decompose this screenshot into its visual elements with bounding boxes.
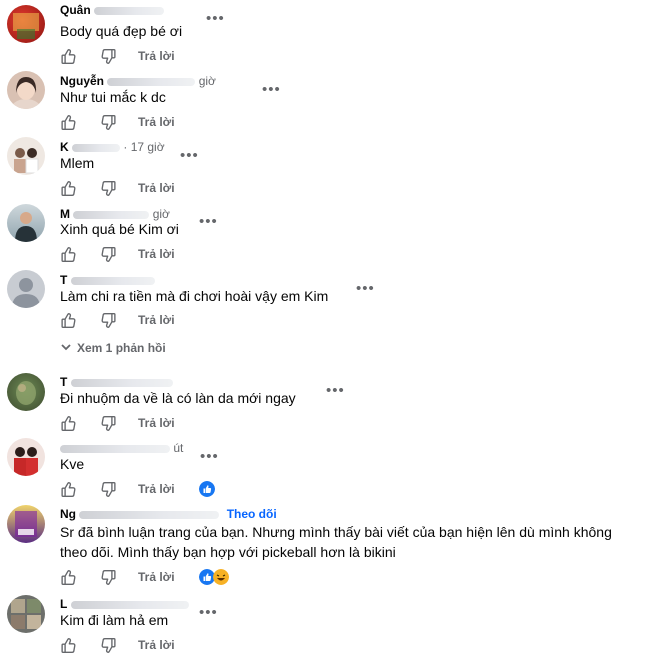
more-options-icon[interactable]: ••• (326, 383, 345, 398)
like-icon[interactable] (60, 114, 77, 131)
red-photo-avatar[interactable] (7, 5, 45, 43)
comment-text: Mlem (60, 155, 95, 171)
comment-time[interactable]: út (173, 441, 183, 455)
commenter-name[interactable]: T (60, 273, 155, 287)
name-blur (60, 444, 170, 453)
like-icon[interactable] (60, 312, 77, 329)
man-photo-avatar[interactable] (7, 204, 45, 242)
name-blur (70, 378, 173, 387)
couple-photo-avatar[interactable] (7, 137, 45, 175)
name-blur (70, 600, 189, 609)
reply-button[interactable]: Trả lời (138, 416, 175, 430)
name-blur (70, 276, 155, 285)
name-visible-part: Ng (60, 507, 76, 521)
reply-button[interactable]: Trả lời (138, 313, 175, 327)
comment-text: Body quá đẹp bé ơi (60, 23, 183, 39)
more-options-icon[interactable]: ••• (356, 281, 375, 296)
like-icon[interactable] (60, 48, 77, 65)
dislike-icon[interactable] (100, 415, 117, 432)
name-blur (94, 6, 165, 15)
view-replies-link[interactable]: Xem 1 phản hồi (60, 341, 166, 355)
chevron-down-icon (61, 344, 71, 351)
reply-button[interactable]: Trả lời (138, 482, 175, 496)
name-blur (73, 210, 150, 219)
dislike-icon[interactable] (100, 312, 117, 329)
view-replies-label: Xem 1 phản hồi (77, 341, 166, 355)
reply-button[interactable]: Trả lời (138, 181, 175, 195)
comment-text: Kve (60, 456, 85, 472)
dislike-icon[interactable] (100, 637, 117, 654)
more-options-icon[interactable]: ••• (262, 82, 281, 97)
like-icon[interactable] (60, 569, 77, 586)
reply-button[interactable]: Trả lời (138, 570, 175, 584)
comment-text: Kim đi làm hả em (60, 612, 169, 628)
name-blur (79, 510, 220, 519)
comment-text-line: theo dõi. Mình thấy bạn hợp với pickebal… (60, 544, 396, 560)
name-visible-part: L (60, 597, 68, 611)
comment-text: Xinh quá bé Kim ơi (60, 221, 179, 237)
name-blur (107, 77, 196, 86)
comment-text: Làm chi ra tiền mà đi chơi hoài vậy em K… (60, 288, 329, 304)
like-icon[interactable] (60, 481, 77, 498)
name-visible-part: T (60, 273, 68, 287)
name-visible-part: T (60, 375, 68, 389)
dislike-icon[interactable] (100, 114, 117, 131)
more-options-icon[interactable]: ••• (180, 148, 199, 163)
reply-button[interactable]: Trả lời (138, 49, 175, 63)
name-blur (72, 143, 121, 152)
reply-button[interactable]: Trả lời (138, 638, 175, 652)
commenter-name[interactable]: K · 17 giờ (60, 140, 165, 154)
reply-button[interactable]: Trả lời (138, 115, 175, 129)
follow-button[interactable]: Theo dõi (227, 507, 277, 521)
like-icon[interactable] (60, 637, 77, 654)
woman-photo-avatar[interactable] (7, 71, 45, 109)
comment-text: Sr đã bình luận trang của bạn. Nhưng mìn… (60, 522, 660, 562)
dislike-icon[interactable] (100, 569, 117, 586)
wedding-photo-avatar[interactable] (7, 438, 45, 476)
more-options-icon[interactable]: ••• (200, 449, 219, 464)
commenter-name[interactable]: út (60, 441, 183, 455)
comment-time[interactable]: giờ (199, 74, 216, 88)
name-visible-part: Quân (60, 3, 91, 17)
comment-time[interactable]: · 17 giờ (123, 140, 164, 154)
more-options-icon[interactable]: ••• (199, 605, 218, 620)
haha-reaction-icon[interactable] (213, 569, 229, 585)
commenter-name[interactable]: T (60, 375, 173, 389)
comment-text: Như tui mắc k dc (60, 89, 166, 105)
like-icon[interactable] (60, 415, 77, 432)
commenter-name[interactable]: L (60, 597, 189, 611)
commenter-name[interactable]: Ng Theo dõi (60, 507, 277, 521)
commenter-name[interactable]: Nguyễn giờ (60, 74, 216, 88)
commenter-name[interactable]: Quân (60, 3, 165, 17)
default-user-avatar[interactable] (7, 270, 45, 308)
reply-button[interactable]: Trả lời (138, 247, 175, 261)
comment-text-line: Sr đã bình luận trang của bạn. Nhưng mìn… (60, 524, 612, 540)
comment-text: Đi nhuộm da về là có làn da mới ngay (60, 390, 296, 406)
dislike-icon[interactable] (100, 246, 117, 263)
name-visible-part: K (60, 140, 69, 154)
like-reaction-icon[interactable] (199, 481, 215, 497)
grid-photo-avatar[interactable] (7, 595, 45, 633)
dislike-icon[interactable] (100, 48, 117, 65)
dislike-icon[interactable] (100, 481, 117, 498)
poster-photo-avatar[interactable] (7, 505, 45, 543)
name-visible-part: Nguyễn (60, 74, 105, 88)
more-options-icon[interactable]: ••• (206, 11, 225, 26)
like-icon[interactable] (60, 246, 77, 263)
like-icon[interactable] (60, 180, 77, 197)
dislike-icon[interactable] (100, 180, 117, 197)
more-options-icon[interactable]: ••• (199, 214, 218, 229)
green-photo-avatar[interactable] (7, 373, 45, 411)
